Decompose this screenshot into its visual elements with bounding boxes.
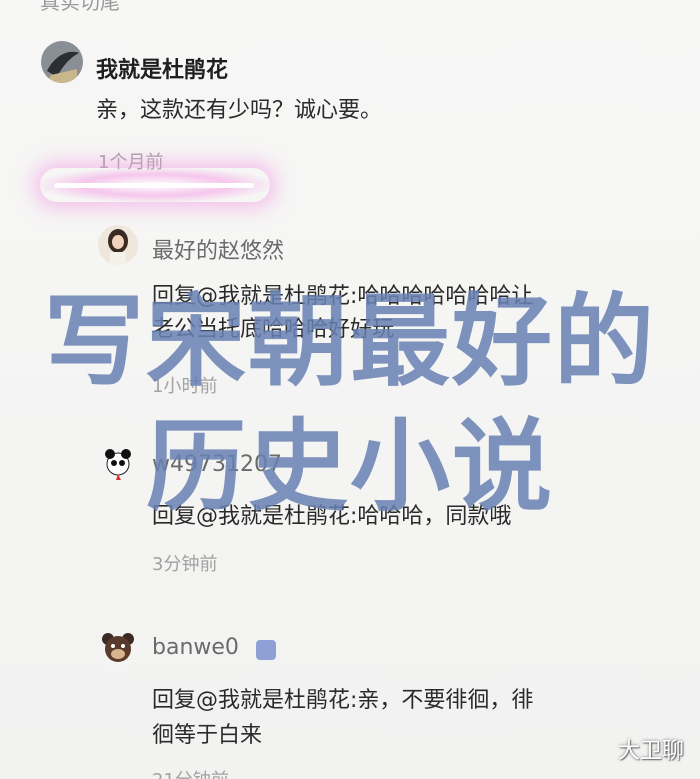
reply-text-line: 徊等于白来 [152,723,263,748]
truncated-top-text: 真实切尾 [40,0,120,14]
reply-text-line: 回复@我就是杜鹃花:亲，不要徘徊，徘 [152,688,534,713]
comment-text: 亲，这款还有少吗？诚心要。 [96,98,383,123]
avatar[interactable] [98,627,138,667]
girl-avatar-icon [98,225,138,265]
overlay-title-line: 历史小说 [146,408,554,525]
comment-thread-screenshot: 真实切尾 我就是杜鹃花 亲，这款还有少吗？诚心要。 1个月前 最好的赵悠然 回复… [0,0,700,779]
bear-avatar-icon [98,627,138,667]
watermark: 大卫聊 [617,739,684,764]
bird-avatar-icon [41,41,83,83]
reply-author[interactable]: 最好的赵悠然 [152,233,284,265]
comment-author[interactable]: 我就是杜鹃花 [96,52,228,84]
avatar[interactable] [41,41,83,83]
vip-badge-icon [256,640,276,660]
highlight-underline [54,183,254,188]
reply-time: 21分钟前 [152,766,229,779]
avatar[interactable] [98,225,138,265]
reply-time: 3分钟前 [152,554,218,575]
overlay-title-line: 写宋朝最好的 [44,283,656,400]
reply-author[interactable]: banwe0 [152,635,239,660]
